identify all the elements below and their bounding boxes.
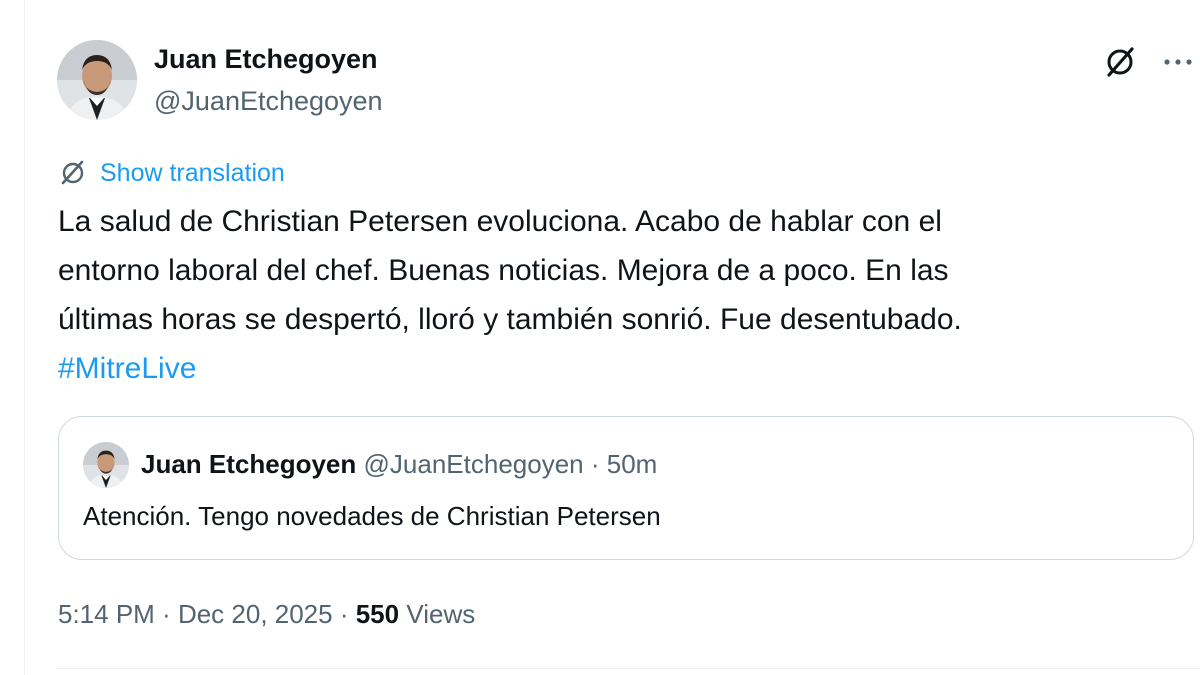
views-label: Views xyxy=(406,599,476,629)
grok-icon xyxy=(1107,47,1134,77)
show-translation-link[interactable]: Show translation xyxy=(100,159,285,188)
author-avatar[interactable] xyxy=(57,40,137,120)
meta-separator: · xyxy=(332,599,356,629)
meta-separator: · xyxy=(154,599,178,629)
translate-icon xyxy=(61,160,84,185)
hashtag-link[interactable]: #MitreLive xyxy=(58,352,196,385)
views-count: 550 xyxy=(355,599,400,629)
tweet-metadata: 5:14 PM · Dec 20, 2025 · 550 Views xyxy=(58,599,475,630)
translation-row: Show translation xyxy=(58,158,285,188)
tweet-time[interactable]: 5:14 PM xyxy=(58,599,155,629)
quoted-tweet-text: Atención. Tengo novedades de Christian P… xyxy=(83,501,661,531)
author-name[interactable]: Juan Etchegoyen xyxy=(154,44,378,75)
bottom-divider xyxy=(56,668,1200,669)
quoted-tweet-age[interactable]: 50m xyxy=(607,449,658,479)
tweet-text: La salud de Christian Petersen evolucion… xyxy=(58,197,1168,393)
more-options-icon xyxy=(1164,59,1192,65)
quoted-tweet-card[interactable]: Juan Etchegoyen @JuanEtchegoyen · 50m At… xyxy=(58,416,1194,560)
avatar-photo xyxy=(83,442,129,488)
quoted-author-handle: @JuanEtchegoyen xyxy=(363,449,584,479)
quoted-author-avatar[interactable] xyxy=(83,442,129,488)
tweet-date[interactable]: Dec 20, 2025 xyxy=(178,599,333,629)
more-options-button[interactable] xyxy=(1158,42,1198,82)
meta-separator: · xyxy=(583,449,607,479)
quoted-tweet-header: Juan Etchegoyen @JuanEtchegoyen · 50m xyxy=(141,449,657,480)
author-handle[interactable]: @JuanEtchegoyen xyxy=(154,86,383,117)
quoted-author-name[interactable]: Juan Etchegoyen xyxy=(141,449,356,479)
tweet-text-line: últimas horas se despertó, lloró y tambi… xyxy=(58,303,962,336)
avatar-photo xyxy=(57,40,137,120)
timeline-divider xyxy=(24,0,25,675)
tweet-text-line: entorno laboral del chef. Buenas noticia… xyxy=(58,254,949,287)
grok-button[interactable] xyxy=(1100,42,1140,82)
tweet-text-line: La salud de Christian Petersen evolucion… xyxy=(58,205,942,238)
